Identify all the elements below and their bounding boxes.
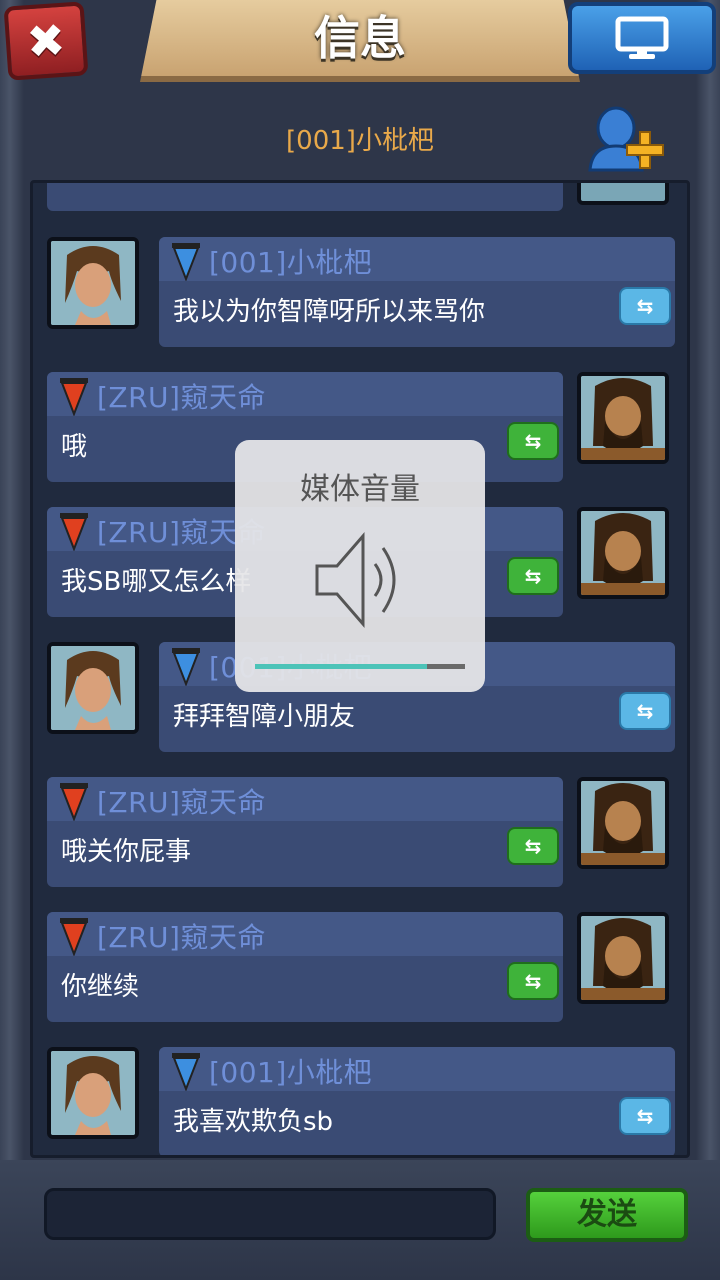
volume-title: 媒体音量 <box>300 472 420 507</box>
swap-arrows-icon: ⇆ <box>636 294 654 318</box>
message-text: 我喜欢欺负sb <box>173 1107 334 1137</box>
avatar-male[interactable] <box>577 507 669 599</box>
volume-track <box>255 664 465 669</box>
avatar-male[interactable] <box>577 912 669 1004</box>
avatar-female[interactable] <box>47 1047 139 1139</box>
translate-button[interactable]: ⇆ <box>507 422 559 460</box>
chat-target-name: [001]小枇杷 <box>286 126 434 156</box>
sender-name: [001]小枇杷 <box>209 246 373 279</box>
add-friend-icon <box>588 106 664 172</box>
close-button[interactable]: ✖ <box>3 1 89 81</box>
volume-level <box>255 664 428 669</box>
translate-button[interactable]: ⇆ <box>619 287 671 325</box>
avatar-male[interactable] <box>577 777 669 869</box>
volume-overlay: 媒体音量 <box>235 440 485 692</box>
avatar-male[interactable] <box>577 372 669 464</box>
sender-name: [001]小枇杷 <box>209 1056 373 1089</box>
message-text: 哦 <box>61 432 88 462</box>
translate-button[interactable]: ⇆ <box>507 827 559 865</box>
red-shield-icon <box>60 783 88 821</box>
avatar-female[interactable] <box>47 237 139 329</box>
sender-name: [ZRU]窥天命 <box>97 786 266 819</box>
swap-arrows-icon: ⇆ <box>524 834 542 858</box>
blue-shield-icon <box>172 1053 200 1091</box>
avatar-partial <box>577 183 669 205</box>
avatar-female[interactable] <box>47 642 139 734</box>
sender-name: [ZRU]窥天命 <box>97 381 266 414</box>
page-title: 信息 <box>314 11 406 65</box>
message-bubble-partial <box>47 183 563 211</box>
red-shield-icon <box>60 378 88 416</box>
red-shield-icon <box>60 513 88 551</box>
translate-button[interactable]: ⇆ <box>619 1097 671 1135</box>
swap-arrows-icon: ⇆ <box>524 969 542 993</box>
blue-shield-icon <box>172 648 200 686</box>
send-button[interactable]: 发送 <box>526 1188 688 1242</box>
screen-button[interactable] <box>568 2 716 74</box>
red-shield-icon <box>60 918 88 956</box>
swap-arrows-icon: ⇆ <box>636 1104 654 1128</box>
message-text: 哦关你屁事 <box>61 837 192 867</box>
add-friend-button[interactable] <box>586 102 666 174</box>
close-icon: ✖ <box>24 12 68 70</box>
translate-button[interactable]: ⇆ <box>507 962 559 1000</box>
message-bubble: [001]小枇杷我以为你智障呀所以来骂你 ⇆ <box>159 237 675 347</box>
blue-shield-icon <box>172 243 200 281</box>
speaker-icon <box>315 531 396 629</box>
message-bubble: [001]小枇杷我喜欢欺负sb ⇆ <box>159 1047 675 1155</box>
message-input[interactable] <box>44 1188 496 1240</box>
sender-name: [ZRU]窥天命 <box>97 921 266 954</box>
message-bubble: [ZRU]窥天命你继续 ⇆ <box>47 912 563 1022</box>
message-text: 拜拜智障小朋友 <box>173 702 356 732</box>
swap-arrows-icon: ⇆ <box>636 699 654 723</box>
message-text: 你继续 <box>61 972 140 1002</box>
message-bubble: [ZRU]窥天命哦关你屁事 ⇆ <box>47 777 563 887</box>
monitor-icon <box>615 16 669 59</box>
swap-arrows-icon: ⇆ <box>524 564 542 588</box>
translate-button[interactable]: ⇆ <box>507 557 559 595</box>
message-text: 我以为你智障呀所以来骂你 <box>173 297 486 327</box>
swap-arrows-icon: ⇆ <box>524 429 542 453</box>
message-text: 我SB哪又怎么样 <box>61 567 252 597</box>
translate-button[interactable]: ⇆ <box>619 692 671 730</box>
